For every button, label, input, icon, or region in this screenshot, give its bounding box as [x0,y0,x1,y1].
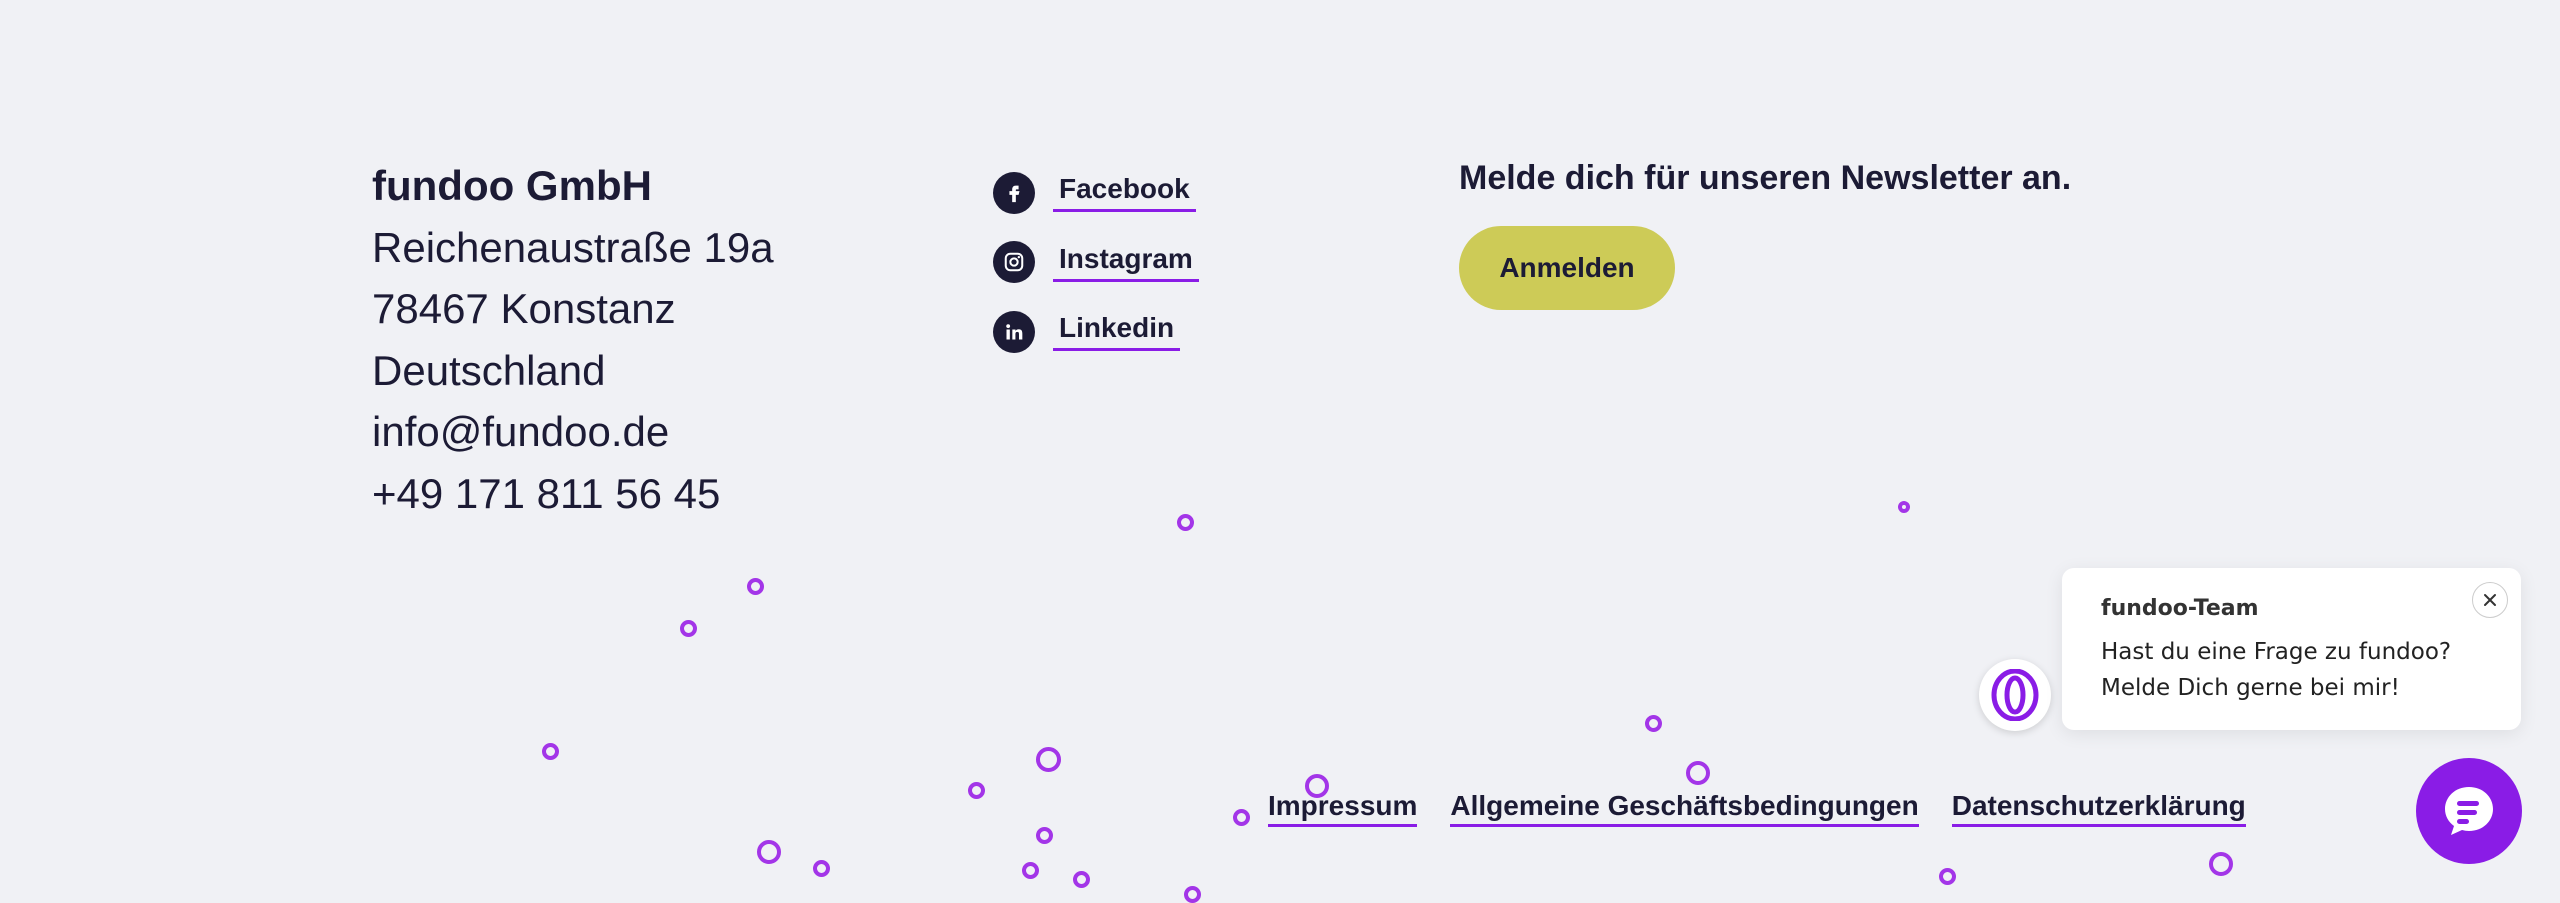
chat-message: Hast du eine Frage zu fundoo? Melde Dich… [2101,634,2451,706]
linkedin-link[interactable]: Linkedin [1053,312,1181,352]
newsletter-signup-button[interactable]: Anmelden [1459,226,1675,310]
social-item-linkedin[interactable]: Linkedin [993,297,1199,367]
bubble [1686,761,1710,785]
linkedin-icon[interactable] [993,310,1035,353]
bubble [1898,501,1910,513]
bubble [1939,868,1956,885]
instagram-link[interactable]: Instagram [1053,243,1199,282]
bubble [1233,809,1250,826]
newsletter-section: Melde dich für unseren Newsletter an. An… [1459,156,2071,310]
social-item-instagram[interactable]: Instagram [993,228,1199,298]
chat-bubble-icon [2445,787,2493,835]
social-item-facebook[interactable]: Facebook [993,158,1199,228]
bubble [1177,514,1194,531]
bubble [1073,871,1090,888]
company-name: fundoo GmbH [372,162,652,209]
company-address: fundoo GmbH Reichenaustraße 19a 78467 Ko… [372,155,774,524]
chat-popup[interactable]: fundoo-Team Hast du eine Frage zu fundoo… [2062,568,2521,730]
fundoo-logo-icon[interactable] [1979,659,2051,731]
social-links: Facebook Instagram Linkedin [993,158,1199,367]
bubble [1022,862,1039,879]
newsletter-title: Melde dich für unseren Newsletter an. [1459,159,2072,197]
legal-links: Impressum Allgemeine Geschäftsbedingunge… [1268,790,2279,827]
bubble [968,782,985,799]
bubble [542,743,559,760]
datenschutz-link[interactable]: Datenschutzerklärung [1951,790,2246,827]
bubble [1645,715,1662,732]
chat-message-line: Melde Dich gerne bei mir! [2101,675,2400,701]
instagram-icon[interactable] [993,241,1035,284]
chat-message-line: Hast du eine Frage zu fundoo? [2101,639,2452,665]
bubble [1184,886,1201,903]
chat-sender: fundoo-Team [2101,596,2259,621]
bubble [747,578,764,595]
chat-launcher-button[interactable] [2416,758,2522,864]
facebook-link[interactable]: Facebook [1053,173,1196,213]
bubble [680,620,697,637]
bubble [2209,852,2233,876]
facebook-icon[interactable] [993,171,1035,214]
close-icon[interactable] [2472,582,2508,618]
address-street: Reichenaustraße 19a [372,224,774,271]
agb-link[interactable]: Allgemeine Geschäftsbedingungen [1450,790,1919,827]
bubble [1036,827,1053,844]
bubble [1036,747,1061,772]
address-phone[interactable]: +49 171 811 56 45 [372,463,774,524]
address-email[interactable]: info@fundoo.de [372,401,774,462]
address-city: 78467 Konstanz [372,285,676,333]
impressum-link[interactable]: Impressum [1268,790,1418,827]
address-country: Deutschland [372,346,606,394]
bubble [757,840,781,864]
bubble [813,860,830,877]
